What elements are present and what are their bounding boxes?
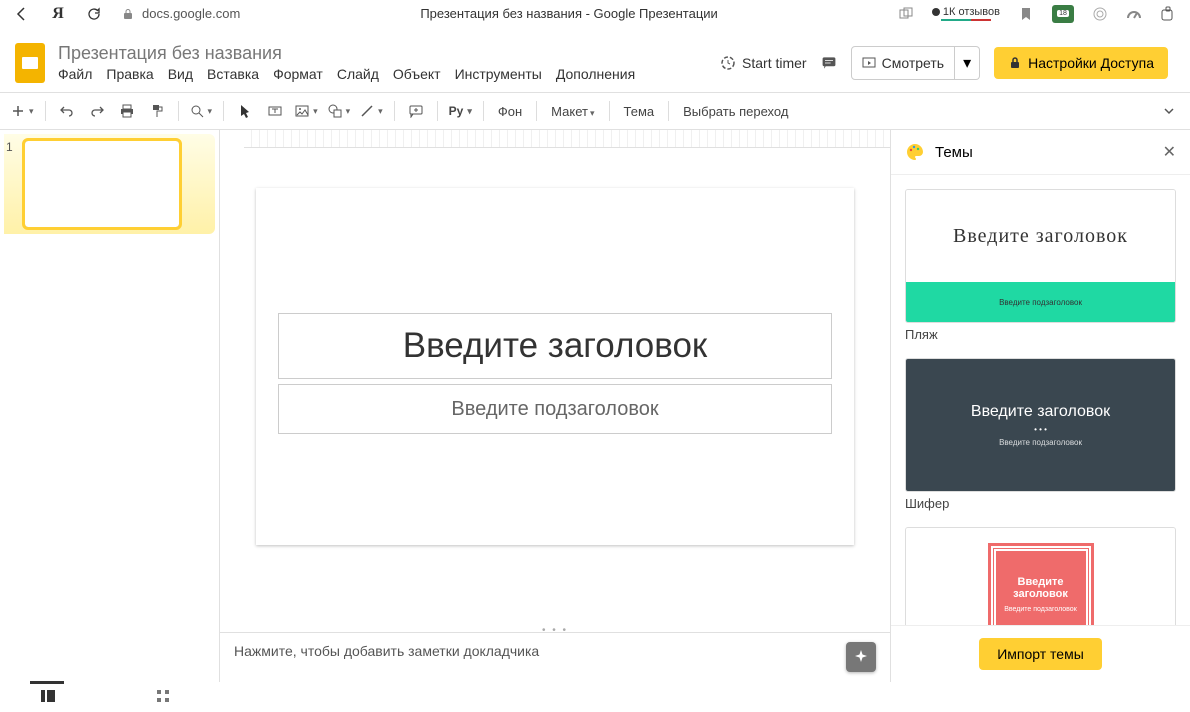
input-tool[interactable]: Ру	[446, 98, 475, 124]
menu-insert[interactable]: Вставка	[207, 66, 259, 82]
theme-preview-subtitle: Введите подзаголовок	[1004, 606, 1077, 613]
import-theme-button[interactable]: Импорт темы	[979, 638, 1102, 670]
back-icon[interactable]	[14, 6, 30, 22]
share-button[interactable]: Настройки Доступа	[994, 47, 1168, 79]
url-host: docs.google.com	[142, 6, 240, 21]
slide-title-placeholder[interactable]: Введите заголовок	[278, 313, 832, 379]
menu-addons[interactable]: Дополнения	[556, 66, 635, 82]
select-tool[interactable]	[232, 98, 258, 124]
themes-panel: Темы ✕ Введите заголовок Введите подзаго…	[890, 130, 1190, 682]
theme-preview-title: Введите заголовок	[971, 403, 1110, 421]
line-tool[interactable]	[357, 98, 386, 124]
grid-view-icon[interactable]	[156, 689, 172, 705]
layout-button[interactable]: Макет	[545, 104, 600, 119]
reload-icon[interactable]	[86, 6, 102, 22]
slide-thumb-1[interactable]: 1	[6, 140, 211, 228]
menu-format[interactable]: Формат	[273, 66, 323, 82]
collapse-toolbar-icon[interactable]	[1156, 98, 1182, 124]
theme-name-label: Шифер	[905, 492, 1176, 517]
lock-icon	[120, 6, 136, 22]
gauge-icon[interactable]	[1126, 6, 1142, 22]
present-dropdown[interactable]: ▾	[955, 46, 980, 80]
slide-subtitle-placeholder[interactable]: Введите подзаголовок	[278, 384, 832, 434]
filmstrip-view-icon[interactable]	[40, 689, 56, 705]
theme-name-label: Пляж	[905, 323, 1176, 348]
image-tool[interactable]	[292, 98, 321, 124]
comment-add-button[interactable]	[403, 98, 429, 124]
comment-icon[interactable]	[821, 55, 837, 71]
tab-title: Презентация без названия - Google Презен…	[258, 6, 880, 21]
speaker-notes[interactable]: • • • Нажмите, чтобы добавить заметки до…	[220, 632, 890, 682]
redo-button[interactable]	[84, 98, 110, 124]
toolbar: Ру Фон Макет Тема Выбрать переход	[0, 92, 1190, 130]
themes-header: Темы ✕	[891, 130, 1190, 175]
doc-title[interactable]: Презентация без названия	[58, 43, 635, 64]
view-indicator	[30, 681, 64, 684]
textbox-tool[interactable]	[262, 98, 288, 124]
extension-counter-icon[interactable]	[1052, 5, 1074, 23]
themes-list[interactable]: Введите заголовок Введите подзаголовок П…	[891, 175, 1190, 625]
themes-title: Темы	[935, 144, 973, 161]
thumb-number: 1	[6, 140, 18, 228]
slides-logo-icon[interactable]	[10, 43, 50, 83]
ruler-horizontal	[244, 130, 890, 148]
menu-file[interactable]: Файл	[58, 66, 92, 82]
main-area: 1 Введите заголовок Введите подзаголовок…	[0, 130, 1190, 682]
bookmark-icon[interactable]	[1018, 6, 1034, 22]
theme-card-coral[interactable]: Введите заголовок Введите подзаголовок	[905, 527, 1176, 625]
browser-bar: Я docs.google.com Презентация без назван…	[0, 0, 1190, 28]
palette-icon	[905, 142, 925, 162]
transition-button[interactable]: Выбрать переход	[677, 104, 794, 119]
canvas-area: Введите заголовок Введите подзаголовок •…	[220, 130, 890, 682]
undo-button[interactable]	[54, 98, 80, 124]
filmstrip: 1	[0, 130, 220, 682]
theme-preview-title: Введите заголовок	[996, 576, 1086, 600]
theme-preview-subtitle: Введите подзаголовок	[999, 438, 1082, 447]
slide-canvas[interactable]: Введите заголовок Введите подзаголовок	[256, 188, 854, 545]
popout-icon[interactable]	[898, 6, 914, 22]
print-button[interactable]	[114, 98, 140, 124]
theme-card-slate[interactable]: Введите заголовок • • • Введите подзагол…	[905, 358, 1176, 492]
menu-slide[interactable]: Слайд	[337, 66, 379, 82]
app-header: Презентация без названия Файл Правка Вид…	[0, 28, 1190, 92]
spiral-icon[interactable]	[1092, 6, 1108, 22]
reviews-badge[interactable]: 1К отзывов	[932, 6, 1000, 21]
extensions-icon[interactable]	[1160, 6, 1176, 22]
menu-object[interactable]: Объект	[393, 66, 441, 82]
yandex-icon[interactable]: Я	[50, 6, 66, 22]
start-timer-button[interactable]: Start timer	[720, 55, 807, 71]
background-button[interactable]: Фон	[492, 104, 528, 119]
slide-stage[interactable]: Введите заголовок Введите подзаголовок	[220, 148, 890, 632]
theme-card-beach[interactable]: Введите заголовок Введите подзаголовок	[905, 189, 1176, 323]
close-panel-icon[interactable]: ✕	[1163, 142, 1176, 162]
present-button[interactable]: Смотреть ▾	[851, 46, 980, 80]
menu-tools[interactable]: Инструменты	[455, 66, 542, 82]
view-bar	[0, 682, 1190, 712]
shape-tool[interactable]	[325, 98, 354, 124]
new-slide-button[interactable]	[8, 98, 37, 124]
theme-preview-title: Введите заголовок	[906, 190, 1175, 282]
url-bar[interactable]: docs.google.com	[120, 6, 240, 22]
thumb-preview[interactable]	[24, 140, 180, 228]
zoom-button[interactable]	[187, 98, 216, 124]
menu-view[interactable]: Вид	[168, 66, 193, 82]
notes-placeholder: Нажмите, чтобы добавить заметки докладчи…	[234, 643, 539, 659]
menu-edit[interactable]: Правка	[106, 66, 153, 82]
resize-handle-icon[interactable]: • • •	[542, 625, 568, 636]
theme-preview-subtitle: Введите подзаголовок	[906, 282, 1175, 322]
theme-button[interactable]: Тема	[618, 104, 661, 119]
menu-bar: Файл Правка Вид Вставка Формат Слайд Объ…	[58, 66, 635, 82]
explore-button[interactable]	[846, 642, 876, 672]
paint-format-button[interactable]	[144, 98, 170, 124]
themes-footer: Импорт темы	[891, 625, 1190, 682]
